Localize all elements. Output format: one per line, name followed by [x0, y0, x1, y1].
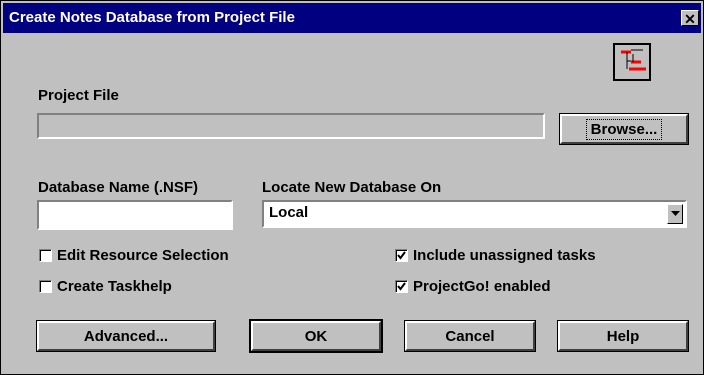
dropdown-arrow-button[interactable] [667, 204, 683, 224]
title-bar[interactable]: Create Notes Database from Project File … [3, 3, 701, 33]
checkbox-box[interactable] [395, 249, 408, 262]
include-unassigned-checkbox[interactable]: Include unassigned tasks [395, 247, 596, 264]
advanced-button[interactable]: Advanced... [36, 320, 216, 352]
database-name-label: Database Name (.NSF) [38, 179, 199, 196]
projectgo-label: ProjectGo! enabled [413, 278, 551, 295]
edit-resource-checkbox[interactable]: Edit Resource Selection [39, 247, 229, 264]
dialog-title: Create Notes Database from Project File [9, 9, 295, 26]
gantt-chart-icon [613, 43, 651, 81]
browse-button-label: Browse... [585, 118, 663, 140]
create-taskhelp-checkbox[interactable]: Create Taskhelp [39, 278, 172, 295]
create-taskhelp-label: Create Taskhelp [57, 278, 172, 295]
ok-button[interactable]: OK [249, 319, 383, 353]
chevron-down-icon [670, 211, 680, 216]
locate-database-select[interactable]: Local [262, 200, 687, 228]
help-button[interactable]: Help [557, 320, 689, 352]
checkbox-box[interactable] [39, 280, 52, 293]
projectgo-checkbox[interactable]: ProjectGo! enabled [395, 278, 551, 295]
checkbox-box[interactable] [395, 280, 408, 293]
close-button[interactable]: ✕ [681, 10, 699, 27]
checkbox-box[interactable] [39, 249, 52, 262]
project-file-field[interactable] [37, 113, 545, 139]
checkmark-icon [397, 251, 406, 260]
checkmark-icon [397, 282, 406, 291]
project-file-label: Project File [38, 87, 119, 104]
browse-button[interactable]: Browse... [559, 113, 689, 145]
locate-selected-value: Local [269, 204, 309, 221]
edit-resource-label: Edit Resource Selection [57, 247, 229, 264]
locate-database-label: Locate New Database On [262, 179, 442, 196]
database-name-field[interactable] [37, 200, 233, 230]
dialog: Create Notes Database from Project File … [0, 0, 704, 375]
include-unassigned-label: Include unassigned tasks [413, 247, 596, 264]
cancel-button[interactable]: Cancel [404, 320, 536, 352]
